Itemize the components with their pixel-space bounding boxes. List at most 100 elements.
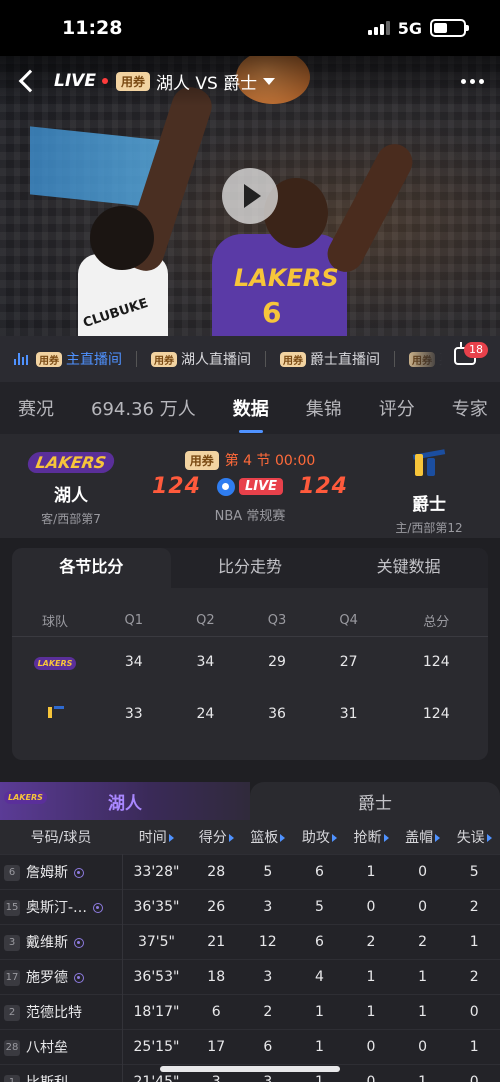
status-icons: 5G: [367, 19, 469, 38]
coupon-badge[interactable]: 用券: [184, 450, 219, 470]
stat-pts: 26: [190, 888, 243, 924]
team-jazz[interactable]: 爵士 主/西部第12: [374, 449, 484, 536]
team-name: 爵士: [412, 495, 446, 515]
starter-icon: [93, 902, 104, 913]
tab-lakers-players[interactable]: LAKERS 湖人: [0, 782, 250, 820]
stat-time: 25'15": [122, 1028, 191, 1064]
col-points[interactable]: 得分: [190, 820, 243, 854]
player-cell[interactable]: 1 比斯利: [0, 1063, 123, 1082]
away-score: 124: [299, 474, 348, 499]
player-stats-table: 号码/球员 时间 得分 篮板 助攻 抢断 盖帽 失误 6 詹姆斯 33'28" 28 5…: [0, 820, 500, 1082]
col-player[interactable]: 号码/球员: [0, 820, 122, 854]
stat-pts: 6: [190, 993, 243, 1029]
tab-highlights[interactable]: 集锦: [306, 395, 342, 421]
cell: 124: [422, 654, 450, 671]
stat-pts: 18: [190, 958, 243, 994]
stat-tov: 0: [448, 1063, 500, 1082]
starter-icon: [74, 972, 84, 983]
cell: 31: [339, 706, 358, 722]
back-icon[interactable]: [18, 69, 42, 93]
stat-reb: 6: [242, 1028, 294, 1064]
stream-label: 爵士直播间: [310, 352, 380, 368]
match-title[interactable]: 湖人 VS 爵士: [156, 69, 257, 94]
stream-label: 湖人直播间: [181, 352, 251, 368]
player-name: 戴维斯: [26, 934, 68, 951]
lakers-logo: LAKERS: [26, 452, 116, 473]
tab-quarter-scores[interactable]: 各节比分: [12, 548, 171, 588]
coupon-badge: 用券: [151, 351, 177, 367]
player-name: 八村垒: [26, 1039, 68, 1056]
stat-stl: 1: [345, 853, 397, 889]
col-turnovers[interactable]: 失误: [448, 820, 500, 854]
table-row[interactable]: 17 施罗德 36'53" 18 3 4 1 1 2: [0, 958, 500, 994]
stream-lakers[interactable]: 用券 湖人直播间: [151, 349, 251, 369]
stat-tov: 1: [448, 1028, 500, 1064]
stat-tov: 2: [448, 958, 500, 994]
col-assists[interactable]: 助攻: [293, 820, 346, 854]
cell: 33: [124, 706, 143, 722]
col-q1: Q1: [124, 613, 144, 629]
tab-jazz-players[interactable]: 爵士: [250, 782, 500, 820]
tab-match-status[interactable]: 赛况: [18, 395, 54, 421]
stat-blk: 0: [396, 853, 449, 889]
stat-ast: 4: [293, 958, 346, 994]
player-cell[interactable]: 3 戴维斯: [0, 923, 123, 959]
jazz-logo: [46, 706, 64, 718]
player-cell[interactable]: 2 范德比特: [0, 993, 123, 1029]
player-cell[interactable]: 6 詹姆斯: [0, 853, 123, 889]
table-row[interactable]: 15 奥斯汀-… 36'35" 26 3 5 0 0 2: [0, 888, 500, 924]
tab-score-trend[interactable]: 比分走势: [171, 548, 330, 588]
jersey-number: 6: [4, 864, 20, 881]
stat-stl: 0: [345, 1028, 397, 1064]
stat-ast: 1: [293, 1028, 346, 1064]
more-icon[interactable]: [461, 78, 484, 84]
live-badge: LIVE: [238, 478, 284, 495]
table-row[interactable]: 2 范德比特 18'17" 6 2 1 1 1 0: [0, 993, 500, 1029]
cell: 34: [124, 654, 143, 671]
stream-jazz[interactable]: 用券 爵士直播间: [280, 349, 380, 369]
tab-data[interactable]: 数据: [233, 395, 269, 433]
cell: 124: [422, 706, 450, 722]
score-center: 用券 第 4 节 00:00 124 LIVE 124 NBA 常规赛: [140, 450, 360, 524]
video-player[interactable]: CLUBUKE LAKERS 6 LIVE 用券 湖人 VS 爵士: [0, 56, 500, 336]
play-button[interactable]: [222, 168, 278, 224]
table-row[interactable]: 28 八村垒 25'15" 17 6 1 0 0 1: [0, 1028, 500, 1064]
stat-reb: 3: [242, 888, 294, 924]
jersey-number: 6: [262, 296, 282, 329]
team-lakers[interactable]: LAKERS 湖人 客/西部第7: [16, 452, 126, 527]
nba-icon: [216, 477, 235, 496]
stream-main[interactable]: 用券 主直播间: [14, 349, 122, 369]
col-steals[interactable]: 抢断: [345, 820, 397, 854]
stat-reb: 2: [242, 993, 294, 1029]
stat-tov: 1: [448, 923, 500, 959]
main-tabs: 赛况 694.36 万人 数据 集锦 评分 专家: [0, 382, 500, 434]
team-rank: 客/西部第7: [41, 512, 101, 526]
tab-experts[interactable]: 专家: [452, 395, 488, 421]
tab-key-stats[interactable]: 关键数据: [329, 548, 488, 588]
col-blocks[interactable]: 盖帽: [396, 820, 449, 854]
coupon-badge: 用券: [36, 351, 62, 367]
player-cell[interactable]: 15 奥斯汀-…: [0, 888, 123, 924]
chevron-down-icon[interactable]: [263, 77, 276, 85]
tab-viewers[interactable]: 694.36 万人: [91, 395, 196, 421]
table-row[interactable]: 6 詹姆斯 33'28" 28 5 6 1 0 5: [0, 853, 500, 889]
col-rebounds[interactable]: 篮板: [242, 820, 294, 854]
coupon-badge[interactable]: 用券: [115, 71, 150, 91]
jersey-number: 17: [4, 969, 20, 986]
col-time[interactable]: 时间: [122, 820, 191, 854]
cell: 36: [268, 706, 286, 722]
player-cell[interactable]: 17 施罗德: [0, 958, 123, 994]
team-name: 湖人: [54, 486, 88, 506]
stat-blk: 2: [396, 923, 449, 959]
table-row[interactable]: 3 戴维斯 37'5" 21 12 6 2 2 1: [0, 923, 500, 959]
jersey-number: 3: [4, 934, 20, 951]
stat-blk: 1: [396, 958, 449, 994]
notification-badge: 18: [464, 342, 488, 358]
player-cell[interactable]: 28 八村垒: [0, 1028, 123, 1064]
stat-time: 36'35": [122, 888, 191, 924]
tab-ratings[interactable]: 评分: [379, 395, 415, 421]
scoreboard: LAKERS 湖人 客/西部第7 用券 第 4 节 00:00 124 LIVE…: [0, 434, 500, 538]
player-name: 奥斯汀-…: [26, 899, 88, 916]
jersey-number: 1: [4, 1074, 20, 1082]
player-team-tabs: LAKERS 湖人 爵士: [0, 782, 500, 820]
